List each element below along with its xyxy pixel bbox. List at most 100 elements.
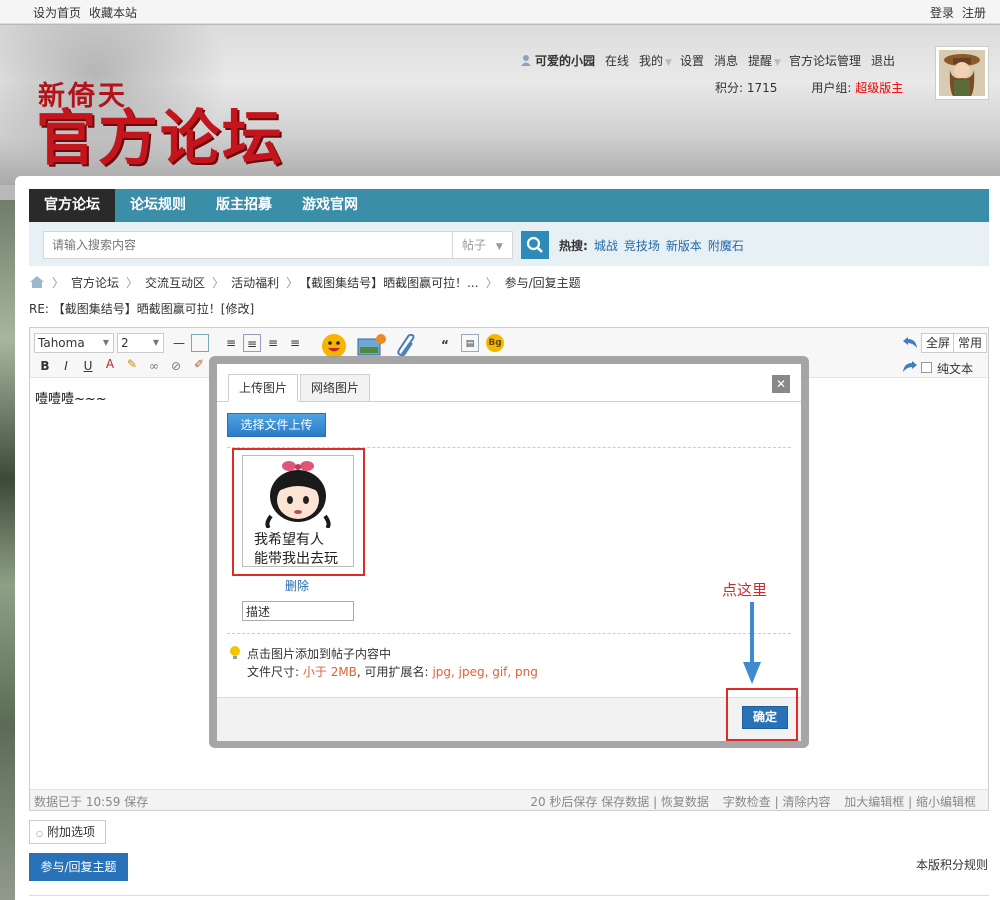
font-select[interactable]: Tahoma ▼ xyxy=(34,333,114,353)
undo-icon[interactable] xyxy=(902,336,918,350)
points-menu[interactable]: 积分: 1715 xyxy=(715,81,777,95)
italic-icon[interactable]: I xyxy=(57,357,75,375)
chevron-down-icon: ▼ xyxy=(774,58,781,68)
table-icon[interactable] xyxy=(191,334,209,352)
restore-data-link[interactable]: 恢复数据 xyxy=(661,795,709,809)
username-link[interactable]: 可爱的小园 xyxy=(535,54,595,68)
code-icon[interactable]: ▤ xyxy=(461,334,479,352)
link-icon[interactable]: ∞ xyxy=(145,357,163,375)
hot-word[interactable]: 城战 xyxy=(594,239,618,253)
set-home-link[interactable]: 设为首页 xyxy=(33,6,81,20)
plain-text-checkbox[interactable] xyxy=(921,362,932,373)
hot-word[interactable]: 竞技场 xyxy=(624,239,660,253)
hot-word[interactable]: 新版本 xyxy=(666,239,702,253)
hot-search-label: 热搜: xyxy=(559,239,588,253)
reminders-menu[interactable]: 提醒 xyxy=(748,54,772,68)
redo-icon[interactable] xyxy=(902,360,918,374)
login-link[interactable]: 登录 xyxy=(930,6,954,20)
size-select[interactable]: 2 ▼ xyxy=(117,333,164,353)
admin-link[interactable]: 官方论坛管理 xyxy=(789,54,861,68)
image-icon[interactable] xyxy=(357,334,387,358)
submit-reply-button[interactable]: 参与/回复主题 xyxy=(29,853,128,881)
unlink-icon[interactable]: ⊘ xyxy=(167,357,185,375)
align-right-icon[interactable]: ≡ xyxy=(264,334,282,352)
align-center-icon[interactable]: ≡ xyxy=(243,334,261,352)
clear-content-link[interactable]: 清除内容 xyxy=(782,795,830,809)
quote-icon[interactable]: “ xyxy=(436,336,454,354)
autosave-countdown: 20 秒后保存 xyxy=(530,795,598,809)
online-status: 在线 xyxy=(605,54,630,68)
bg-icon[interactable]: Bg xyxy=(486,334,504,352)
delete-image-link[interactable]: 删除 xyxy=(285,577,309,594)
logo-title[interactable]: 官方论坛 xyxy=(36,104,284,174)
messages-link[interactable]: 消息 xyxy=(714,54,738,68)
autosave-status: 数据已于 10:59 保存 xyxy=(34,795,149,809)
hot-word[interactable]: 附魔石 xyxy=(708,239,744,253)
nav-item-recruit[interactable]: 版主招募 xyxy=(201,189,287,222)
user-icon xyxy=(521,55,531,66)
align-left-icon[interactable]: ≡ xyxy=(222,334,240,352)
bold-icon[interactable]: B xyxy=(36,357,54,375)
divider xyxy=(29,895,989,896)
fullscreen-button[interactable]: 全屏 xyxy=(921,333,956,353)
settings-link[interactable]: 设置 xyxy=(680,54,704,68)
clear-format-icon[interactable]: ✐ xyxy=(190,355,208,373)
breadcrumb-item[interactable]: 活动福利 xyxy=(231,276,279,290)
ext-value: jpg, jpeg, gif, png xyxy=(432,665,538,679)
bullet-icon: ○ xyxy=(36,829,43,838)
extra-options-label: 附加选项 xyxy=(46,825,95,839)
close-icon[interactable]: ✕ xyxy=(772,375,790,393)
underline-icon[interactable]: U xyxy=(79,357,97,375)
chevron-down-icon: ▼ xyxy=(152,338,159,347)
extra-options-button[interactable]: ○ 附加选项 xyxy=(29,820,106,844)
upload-tip: 点击图片添加到帖子内容中 xyxy=(247,647,392,661)
search-button[interactable] xyxy=(521,231,549,259)
align-justify-icon[interactable]: ≡ xyxy=(286,334,304,352)
register-link[interactable]: 注册 xyxy=(962,6,986,20)
user-group-label: 用户组: xyxy=(811,81,852,95)
user-group-value[interactable]: 超级版主 xyxy=(855,81,903,95)
avatar[interactable] xyxy=(935,46,989,100)
attachment-icon[interactable] xyxy=(396,334,418,358)
font-color-icon[interactable]: A xyxy=(101,355,119,373)
tab-upload-image[interactable]: 上传图片 xyxy=(228,374,299,402)
lightbulb-icon xyxy=(230,646,240,659)
points-rules-link[interactable]: 本版积分规则 xyxy=(916,856,988,873)
breadcrumb-item[interactable]: 官方论坛 xyxy=(71,276,119,290)
search-input[interactable] xyxy=(43,231,453,259)
font-label: Tahoma xyxy=(38,336,85,350)
confirm-button[interactable]: 确定 xyxy=(742,706,788,729)
save-data-link[interactable]: 保存数据 xyxy=(601,795,649,809)
chevron-down-icon: ▼ xyxy=(665,58,672,68)
bookmark-link[interactable]: 收藏本站 xyxy=(89,6,137,20)
mine-menu[interactable]: 我的 xyxy=(639,54,663,68)
common-button[interactable]: 常用 xyxy=(953,333,988,353)
tab-web-image[interactable]: 网络图片 xyxy=(300,374,371,402)
word-count-link[interactable]: 字数检查 xyxy=(723,795,771,809)
nav-item-game-site[interactable]: 游戏官网 xyxy=(287,189,373,222)
background-art xyxy=(0,200,15,900)
file-limits: 文件尺寸: 小于 2MB, 可用扩展名: jpg, jpeg, gif, png xyxy=(247,663,538,680)
search-type-label: 帖子 xyxy=(462,238,487,252)
annotation-label: 点这里 xyxy=(722,581,768,599)
breadcrumb-item[interactable]: 交流互动区 xyxy=(145,276,205,290)
image-description-input[interactable] xyxy=(242,601,354,621)
highlight-icon[interactable]: ✎ xyxy=(123,355,141,373)
dialog-footer xyxy=(217,697,801,741)
page-title: RE: 【截图集结号】晒截图赢可拉！[修改] xyxy=(29,302,255,316)
horizontal-rule-icon[interactable]: — xyxy=(170,334,188,352)
shrink-editor-link[interactable]: 缩小编辑框 xyxy=(916,795,976,809)
user-stats: 积分: 1715 用户组: 超级版主 xyxy=(715,79,903,96)
chevron-down-icon: ▼ xyxy=(495,242,503,252)
home-icon[interactable] xyxy=(29,275,45,289)
breadcrumb: 〉官方论坛〉交流互动区〉活动福利〉【截图集结号】晒截图赢可拉！... 〉参与/回复… xyxy=(29,274,581,291)
search-icon xyxy=(526,236,543,253)
enlarge-editor-link[interactable]: 加大编辑框 xyxy=(844,795,904,809)
nav-item-rules[interactable]: 论坛规则 xyxy=(115,189,201,222)
nav-item-forum[interactable]: 官方论坛 xyxy=(29,189,115,222)
logout-link[interactable]: 退出 xyxy=(871,54,895,68)
breadcrumb-item[interactable]: 【截图集结号】晒截图赢可拉！... xyxy=(305,276,478,290)
search-type-select[interactable]: 帖子 ▼ xyxy=(452,231,513,259)
editor-content[interactable]: 噎噎噎~~~ xyxy=(35,388,107,407)
select-file-button[interactable]: 选择文件上传 xyxy=(227,413,326,437)
